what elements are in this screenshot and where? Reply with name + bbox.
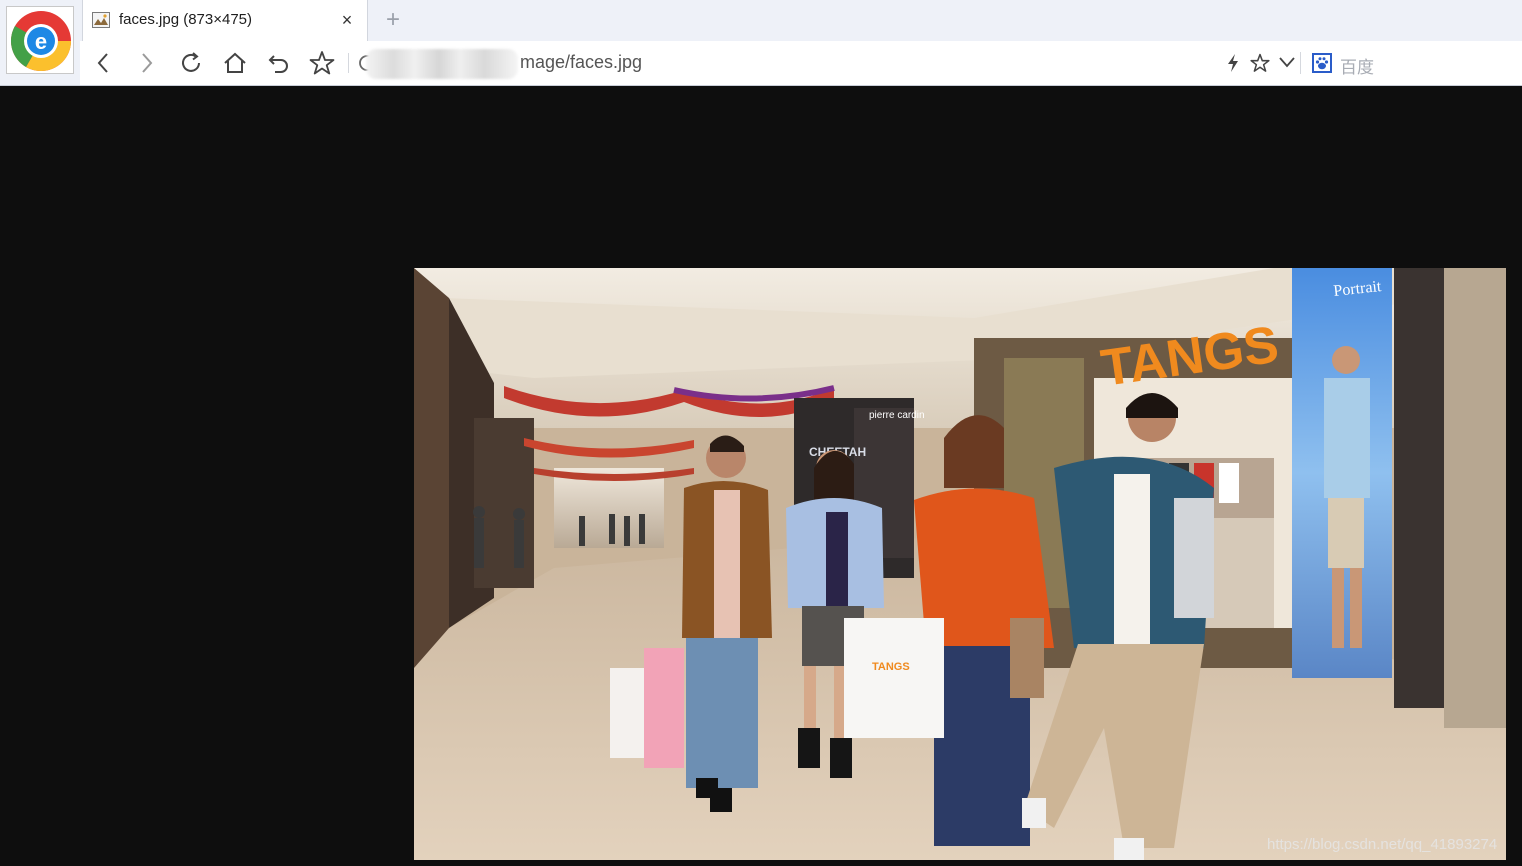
tab-active[interactable]: faces.jpg (873×475) × bbox=[82, 0, 368, 41]
undo-button[interactable] bbox=[264, 49, 294, 77]
image-file-icon bbox=[92, 12, 110, 28]
chevron-left-icon bbox=[96, 52, 110, 74]
chevron-right-icon bbox=[140, 52, 154, 74]
svg-text:pierre cardin: pierre cardin bbox=[869, 410, 925, 421]
home-button[interactable] bbox=[220, 49, 250, 77]
address-url-blurred bbox=[366, 49, 518, 79]
reload-icon bbox=[179, 51, 203, 75]
star-icon bbox=[309, 50, 335, 76]
search-box[interactable]: 百度 bbox=[1300, 49, 1512, 78]
lightning-icon[interactable] bbox=[1226, 53, 1240, 78]
forward-button[interactable] bbox=[132, 49, 162, 77]
watermark-text: https://blog.csdn.net/qq_41893274 bbox=[1267, 836, 1498, 853]
address-bar[interactable]: mage/faces.jpg bbox=[348, 49, 1298, 79]
image-viewer: CHEETAH pierre cardin TANGS Portrait bbox=[0, 86, 1522, 866]
address-url-text[interactable]: mage/faces.jpg bbox=[520, 52, 642, 73]
browser-chrome: e faces.jpg (873×475) × + mage/faces.jpg… bbox=[0, 0, 1522, 86]
reload-button[interactable] bbox=[176, 49, 206, 77]
favorite-button[interactable] bbox=[307, 49, 337, 77]
home-icon bbox=[223, 51, 247, 75]
navigation-toolbar: mage/faces.jpg 百度 bbox=[80, 41, 1522, 85]
svg-text:TANGS: TANGS bbox=[872, 661, 910, 673]
tab-title: faces.jpg (873×475) bbox=[119, 11, 253, 28]
browser-logo-icon[interactable]: e bbox=[6, 6, 74, 74]
close-icon[interactable]: × bbox=[337, 9, 357, 31]
address-actions bbox=[1222, 49, 1322, 77]
displayed-photo[interactable]: CHEETAH pierre cardin TANGS Portrait bbox=[414, 268, 1506, 860]
undo-icon bbox=[267, 51, 291, 75]
search-divider bbox=[1300, 52, 1301, 74]
back-button[interactable] bbox=[88, 49, 118, 77]
baidu-paw-icon[interactable] bbox=[1312, 53, 1332, 73]
search-placeholder[interactable]: 百度 bbox=[1340, 53, 1374, 78]
svg-text:e: e bbox=[35, 29, 47, 54]
star-icon[interactable] bbox=[1250, 53, 1270, 78]
chevron-down-icon[interactable] bbox=[1278, 55, 1296, 74]
new-tab-button[interactable]: + bbox=[380, 6, 406, 34]
address-divider bbox=[348, 53, 349, 73]
